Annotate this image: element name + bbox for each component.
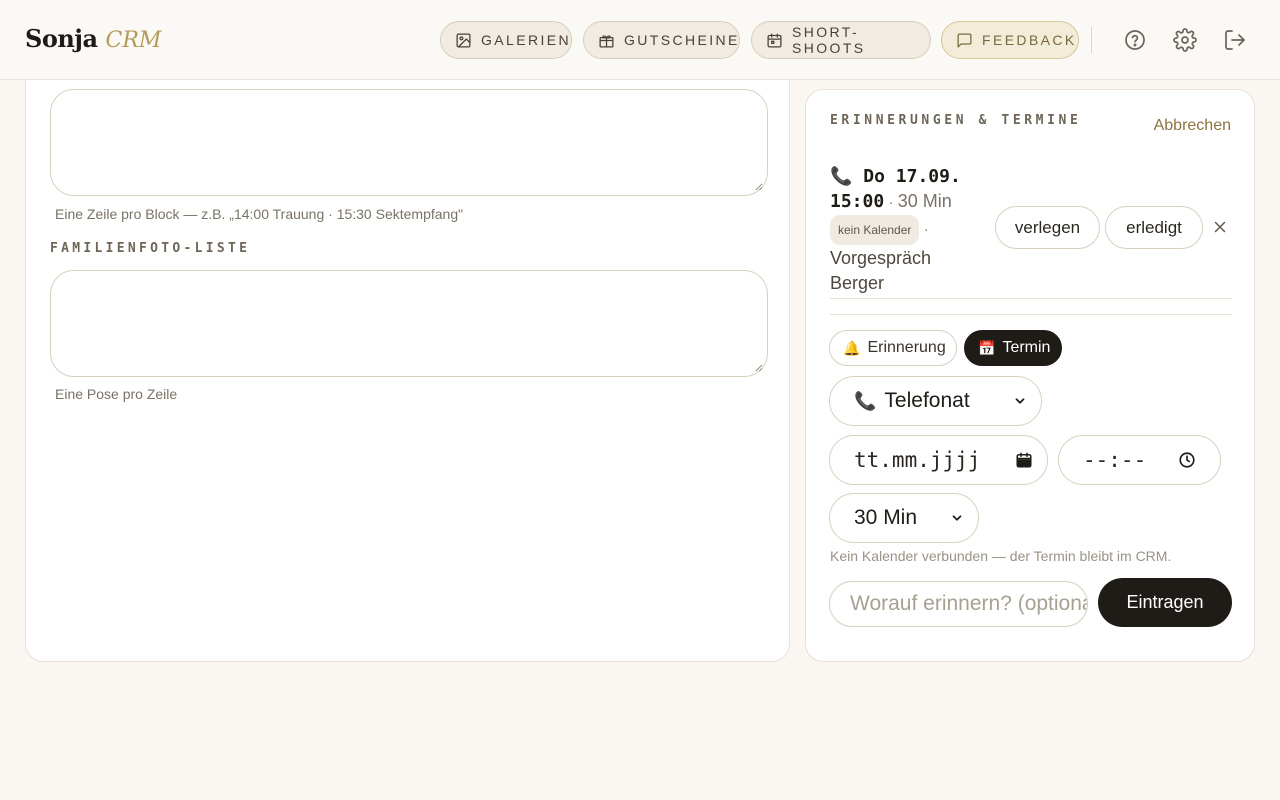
schedule-hint: Eine Zeile pro Block — z.B. „14:00 Trauu… bbox=[55, 206, 464, 222]
nav-feedback-button[interactable]: FEEDBACK bbox=[941, 21, 1079, 59]
tab-reminder[interactable]: 🔔 Erinnerung bbox=[829, 330, 957, 366]
appointment-type-select[interactable]: 📞 Telefonat bbox=[829, 376, 1042, 426]
chevron-down-icon bbox=[952, 515, 962, 521]
gift-icon bbox=[599, 34, 614, 48]
brand-name: Sonja bbox=[25, 24, 98, 53]
appointment-date: Do 17.09. bbox=[863, 166, 961, 187]
bell-icon: 🔔 bbox=[843, 339, 861, 356]
appointment-entry: 📞 Do 17.09. 15:00 · 30 Min kein Kalender… bbox=[830, 164, 970, 296]
separator: · bbox=[888, 194, 894, 210]
nav-label: SHORT-SHOOTS bbox=[792, 24, 866, 56]
appointment-meta: kein Kalender · bbox=[830, 215, 970, 245]
divider bbox=[830, 314, 1232, 315]
calendar-icon: 📅 bbox=[978, 339, 996, 356]
reminders-title: ERINNERUNGEN & TERMINE bbox=[830, 113, 1082, 128]
clock-icon bbox=[1179, 452, 1195, 468]
appointment-time-line: 15:00 · 30 Min bbox=[830, 189, 970, 215]
close-icon[interactable] bbox=[1211, 218, 1229, 236]
message-icon bbox=[957, 32, 972, 48]
logout-icon[interactable] bbox=[1223, 28, 1247, 52]
top-header: Sonja CRM GALERIEN GUTSCHEINE SHORT-SHOO… bbox=[0, 0, 1280, 80]
tab-label: Termin bbox=[1002, 339, 1051, 356]
time-placeholder: --:-- bbox=[1083, 448, 1147, 472]
wedding-details-card: Eine Zeile pro Block — z.B. „14:00 Trauu… bbox=[25, 80, 790, 662]
brand-subtitle: CRM bbox=[105, 28, 162, 53]
header-divider bbox=[1091, 27, 1092, 53]
image-icon bbox=[456, 32, 471, 48]
phone-icon: 📞 bbox=[854, 390, 877, 411]
appointment-time: 15:00 bbox=[830, 191, 885, 212]
separator: · bbox=[923, 221, 929, 238]
family-photo-label: FAMILIENFOTO-LISTE bbox=[50, 241, 251, 256]
appointment-duration: 30 Min bbox=[897, 191, 952, 211]
schedule-textarea[interactable] bbox=[50, 89, 768, 196]
duration-value: 30 Min bbox=[854, 506, 918, 529]
nav-galerien-button[interactable]: GALERIEN bbox=[440, 21, 572, 59]
done-button[interactable]: erledigt bbox=[1105, 206, 1203, 249]
resize-grip-icon bbox=[755, 364, 763, 372]
divider bbox=[830, 298, 1232, 299]
brand-logo[interactable]: Sonja CRM bbox=[25, 24, 161, 53]
settings-icon[interactable] bbox=[1173, 28, 1197, 52]
appointment-title: Vorgespräch Berger bbox=[830, 248, 932, 293]
cancel-button[interactable]: Abbrechen bbox=[1154, 117, 1231, 135]
nav-label: GALERIEN bbox=[481, 32, 571, 48]
duration-select[interactable]: 30 Min bbox=[829, 493, 979, 543]
appointment-date-line: 📞 Do 17.09. bbox=[830, 164, 970, 189]
calendar-icon bbox=[767, 32, 782, 48]
reminder-text-input[interactable]: Worauf erinnern? (optional) bbox=[829, 581, 1088, 627]
date-placeholder: tt.mm.jjjj bbox=[854, 448, 981, 472]
reschedule-button[interactable]: verlegen bbox=[995, 206, 1100, 249]
phone-icon: 📞 bbox=[830, 166, 853, 187]
appointment-type-value: Telefonat bbox=[884, 389, 970, 412]
reminders-card: ERINNERUNGEN & TERMINE Abbrechen 📞 Do 17… bbox=[805, 89, 1255, 662]
nav-label: FEEDBACK bbox=[982, 32, 1077, 48]
calendar-status-badge: kein Kalender bbox=[830, 215, 920, 245]
chevron-down-icon bbox=[1015, 398, 1025, 404]
date-input[interactable]: tt.mm.jjjj bbox=[829, 435, 1048, 485]
family-photo-textarea[interactable] bbox=[50, 270, 768, 377]
family-photo-hint: Eine Pose pro Zeile bbox=[55, 386, 178, 402]
tab-label: Erinnerung bbox=[867, 339, 946, 356]
nav-gutscheine-button[interactable]: GUTSCHEINE bbox=[583, 21, 740, 59]
nav-short-shoots-button[interactable]: SHORT-SHOOTS bbox=[751, 21, 931, 59]
tab-appointment[interactable]: 📅 Termin bbox=[964, 330, 1062, 366]
time-input[interactable]: --:-- bbox=[1058, 435, 1221, 485]
submit-button[interactable]: Eintragen bbox=[1098, 578, 1232, 627]
help-icon[interactable] bbox=[1123, 28, 1147, 52]
calendar-note: Kein Kalender verbunden — der Termin ble… bbox=[830, 548, 1172, 564]
resize-grip-icon bbox=[755, 183, 763, 191]
calendar-icon bbox=[1016, 452, 1032, 468]
nav-label: GUTSCHEINE bbox=[624, 32, 740, 48]
